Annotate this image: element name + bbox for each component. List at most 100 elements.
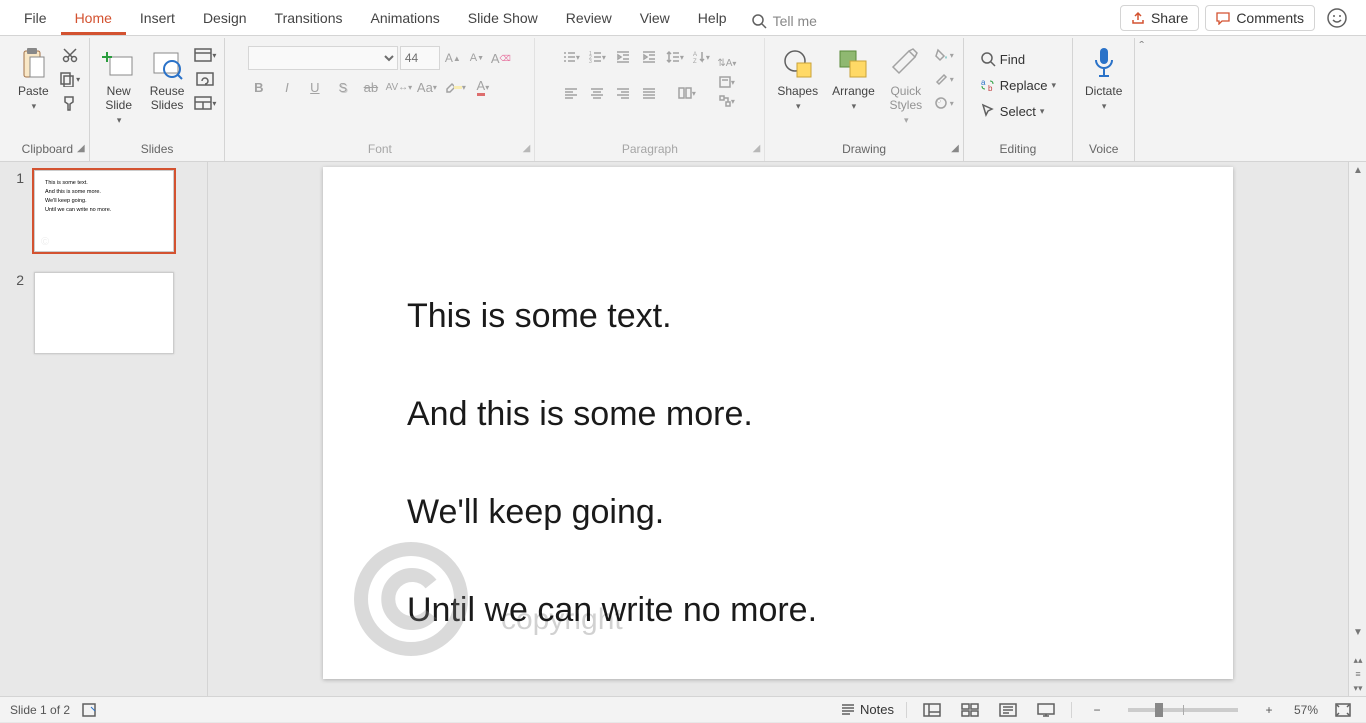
align-left-button[interactable]	[560, 82, 582, 104]
sorter-view-button[interactable]	[957, 700, 983, 720]
tab-home[interactable]: Home	[61, 2, 126, 35]
tab-file[interactable]: File	[10, 2, 61, 35]
strikethrough-button[interactable]: ab	[360, 76, 382, 98]
svg-text:A: A	[693, 52, 697, 58]
feedback-smiley-icon[interactable]	[1326, 7, 1348, 29]
select-button[interactable]: Select▾	[974, 98, 1051, 124]
font-name-select[interactable]	[248, 46, 398, 70]
slide-editor[interactable]: This is some text. And this is some more…	[208, 162, 1348, 696]
drawing-launcher[interactable]: ◢	[951, 141, 959, 157]
scissors-icon	[62, 47, 78, 63]
reuse-slides-button[interactable]: Reuse Slides	[144, 42, 191, 114]
zoom-in-button[interactable]: +	[1256, 700, 1282, 720]
italic-button[interactable]: I	[276, 76, 298, 98]
normal-view-button[interactable]	[919, 700, 945, 720]
change-case-button[interactable]: Aa▾	[416, 76, 438, 98]
thumb-number: 1	[10, 170, 24, 252]
normal-view-icon	[923, 703, 941, 717]
font-size-input[interactable]	[400, 46, 440, 70]
columns-button[interactable]: ▾	[676, 82, 698, 104]
font-color-button[interactable]: A▾	[472, 76, 494, 98]
increase-font-button[interactable]: A▲	[442, 47, 464, 69]
layout-button[interactable]: ▾	[194, 44, 216, 66]
dictate-button[interactable]: Dictate	[1079, 42, 1128, 115]
zoom-level[interactable]: 57%	[1294, 703, 1318, 717]
clear-formatting-button[interactable]: A⌫	[490, 47, 512, 69]
thumbnail-slide-2[interactable]: 2	[10, 272, 197, 354]
tab-animations[interactable]: Animations	[356, 2, 453, 35]
reset-button[interactable]	[194, 68, 216, 90]
quick-styles-button[interactable]: Quick Styles	[883, 42, 929, 129]
justify-button[interactable]	[638, 82, 660, 104]
slide-indicator[interactable]: Slide 1 of 2	[10, 703, 70, 717]
share-icon	[1131, 11, 1145, 25]
slide-canvas[interactable]: This is some text. And this is some more…	[323, 167, 1233, 679]
comments-button[interactable]: Comments	[1205, 5, 1315, 31]
zoom-out-button[interactable]: −	[1084, 700, 1110, 720]
align-text-icon	[719, 76, 731, 88]
scroll-up-button[interactable]: ▲	[1349, 162, 1366, 180]
tab-design[interactable]: Design	[189, 2, 261, 35]
shape-effects-button[interactable]: ▾	[933, 92, 955, 114]
align-text-button[interactable]: ▾	[716, 73, 738, 91]
thumbnail-slide-1[interactable]: 1 This is some text. And this is some mo…	[10, 170, 197, 252]
format-painter-button[interactable]	[59, 92, 81, 114]
numbering-button[interactable]: 123▾	[586, 46, 608, 68]
slideshow-view-button[interactable]	[1033, 700, 1059, 720]
tab-view[interactable]: View	[626, 2, 684, 35]
shapes-button[interactable]: Shapes	[771, 42, 824, 115]
share-button[interactable]: Share	[1120, 5, 1199, 31]
decrease-font-button[interactable]: A▼	[466, 47, 488, 69]
scroll-down-button[interactable]: ▼	[1349, 624, 1366, 642]
reading-view-button[interactable]	[995, 700, 1021, 720]
sort-button[interactable]: AZ▾	[690, 46, 712, 68]
section-button[interactable]: ▾	[194, 92, 216, 114]
tab-transitions[interactable]: Transitions	[261, 2, 357, 35]
character-spacing-button[interactable]: AV↔▾	[388, 76, 410, 98]
vertical-scrollbar[interactable]: ▲ ▼ ▴▴ ≡ ▾▾	[1348, 162, 1366, 696]
highlight-button[interactable]: ▾	[444, 76, 466, 98]
notes-button[interactable]: Notes	[840, 697, 894, 723]
fit-to-window-button[interactable]	[1330, 700, 1356, 720]
svg-text:a: a	[981, 78, 986, 87]
text-line: And this is some more.	[407, 365, 817, 463]
fit-marker[interactable]: ≡	[1355, 668, 1360, 682]
tell-me-search[interactable]: Tell me	[741, 13, 827, 35]
text-direction-button[interactable]: ⇅A▾	[716, 54, 738, 72]
bullets-button[interactable]: ▾	[560, 46, 582, 68]
tab-help[interactable]: Help	[684, 2, 741, 35]
arrange-button[interactable]: Arrange	[826, 42, 881, 115]
tab-insert[interactable]: Insert	[126, 2, 189, 35]
accessibility-button[interactable]	[82, 703, 98, 717]
decrease-indent-button[interactable]	[612, 46, 634, 68]
slides-group-label: Slides	[96, 141, 219, 161]
shadow-button[interactable]: S	[332, 76, 354, 98]
increase-indent-button[interactable]	[638, 46, 660, 68]
replace-button[interactable]: abReplace▾	[974, 72, 1062, 98]
copy-button[interactable]: ▾	[59, 68, 81, 90]
paragraph-launcher[interactable]: ◢	[753, 141, 761, 157]
zoom-slider[interactable]	[1128, 708, 1238, 712]
smartart-button[interactable]: ▾	[716, 92, 738, 110]
underline-button[interactable]: U	[304, 76, 326, 98]
tab-slideshow[interactable]: Slide Show	[454, 2, 552, 35]
svg-text:Z: Z	[693, 59, 697, 64]
clipboard-launcher[interactable]: ◢	[77, 141, 85, 157]
collapse-ribbon-button[interactable]: ˆ	[1139, 38, 1144, 54]
bold-button[interactable]: B	[248, 76, 270, 98]
fill-icon	[934, 48, 950, 62]
find-button[interactable]: Find	[974, 46, 1031, 72]
paste-button[interactable]: Paste	[12, 42, 55, 115]
align-center-button[interactable]	[586, 82, 608, 104]
prev-slide-button[interactable]: ▴▴	[1353, 654, 1362, 668]
line-spacing-button[interactable]: ▾	[664, 46, 686, 68]
font-launcher[interactable]: ◢	[523, 141, 531, 157]
next-slide-button[interactable]: ▾▾	[1353, 682, 1362, 696]
cut-button[interactable]	[59, 44, 81, 66]
shape-outline-button[interactable]: ▾	[933, 68, 955, 90]
align-right-button[interactable]	[612, 82, 634, 104]
slide-thumbnails-panel: 1 This is some text. And this is some mo…	[0, 162, 208, 696]
tab-review[interactable]: Review	[552, 2, 626, 35]
shape-fill-button[interactable]: ▾	[933, 44, 955, 66]
new-slide-button[interactable]: New Slide	[96, 42, 142, 129]
